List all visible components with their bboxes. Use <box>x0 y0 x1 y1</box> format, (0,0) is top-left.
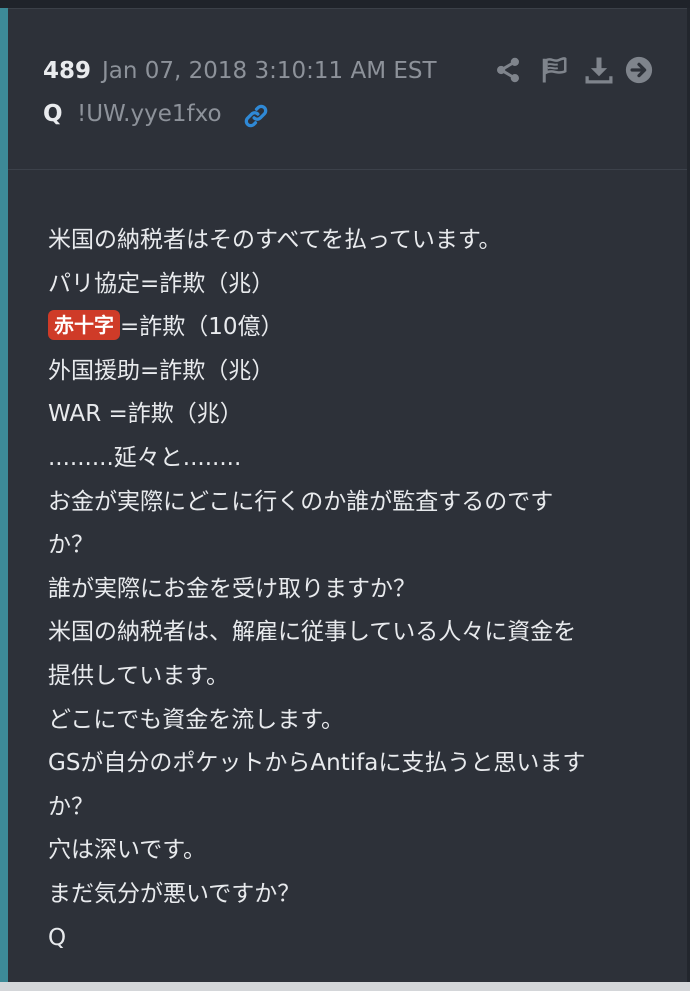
share-icon[interactable] <box>493 54 523 86</box>
post-line: .........延々と........ <box>48 437 648 481</box>
post-line: 穴は深いです。 <box>48 829 648 873</box>
post-line-text: WAR =詐欺（兆） <box>48 401 243 428</box>
post-line: か？ <box>48 524 648 568</box>
post-line: 米国の納税者は、解雇に従事している人々に資金を <box>48 611 648 655</box>
link-icon[interactable] <box>241 101 271 131</box>
post-line-text: まだ気分が悪いですか？ <box>48 880 301 907</box>
post-line: まだ気分が悪いですか？ <box>48 873 648 917</box>
post-body: 米国の納税者はそのすべてを払っています。 パリ協定=詐欺（兆） 赤十字 =詐欺（10億… <box>8 171 687 982</box>
post-accent-bar <box>0 8 8 982</box>
highlight-tag: 赤十字 <box>48 310 120 341</box>
post-author: Q <box>43 101 63 127</box>
post-line-text: 提供しています。 <box>48 662 230 689</box>
post-line-text: か？ <box>48 793 94 820</box>
post-line-text: パリ協定=詐欺（兆） <box>48 270 275 297</box>
post-line: Q <box>48 917 648 961</box>
post-line: 外国援助=詐欺（兆） <box>48 350 648 394</box>
post-line: 誰が実際にお金を受け取りますか？ <box>48 568 648 612</box>
post-line-text: 穴は深いです。 <box>48 837 207 864</box>
post-line: 赤十字 =詐欺（10億） <box>48 306 648 350</box>
post-line: 提供しています。 <box>48 655 648 699</box>
post-line: GSが自分のポケットからAntifaに支払うと思います <box>48 742 648 786</box>
post-header: 489 Jan 07, 2018 3:10:11 AM EST Q !UW.yy… <box>8 9 687 170</box>
post-line-text: GSが自分のポケットからAntifaに支払うと思います <box>48 750 586 777</box>
post-text: 米国の納税者はそのすべてを払っています。 パリ協定=詐欺（兆） 赤十字 =詐欺（10億… <box>48 219 648 960</box>
post-line: か？ <box>48 786 648 830</box>
post-line-text: 米国の納税者は、解雇に従事している人々に資金を <box>48 619 577 646</box>
post-line-text: どこにでも資金を流します。 <box>48 706 345 733</box>
page-footer-strip <box>0 982 690 991</box>
arrow-right-circle-icon[interactable] <box>624 54 654 86</box>
post-tripcode: !UW.yye1fxo <box>77 101 222 127</box>
post-line-text: Q <box>48 924 67 951</box>
post-line: パリ協定=詐欺（兆） <box>48 263 648 307</box>
post-number[interactable]: 489 <box>43 58 91 84</box>
post-line-text: .........延々と........ <box>48 444 242 471</box>
flag-icon[interactable] <box>539 54 569 86</box>
post-line-text: 米国の納税者はそのすべてを払っています。 <box>48 227 502 253</box>
post-line-text: =詐欺（10億） <box>120 314 284 341</box>
post-line-text: 外国援助=詐欺（兆） <box>48 357 275 384</box>
download-icon[interactable] <box>584 54 614 86</box>
post-line: 米国の納税者はそのすべてを払っています。 <box>48 219 648 263</box>
post-line-text: か？ <box>48 532 94 559</box>
post-line: WAR =詐欺（兆） <box>48 393 648 437</box>
post-line: お金が実際にどこに行くのか誰が監査するのです <box>48 481 648 525</box>
post-line-text: お金が実際にどこに行くのか誰が監査するのです <box>48 488 554 515</box>
post-line-text: 誰が実際にお金を受け取りますか？ <box>48 575 416 602</box>
post-date: Jan 07, 2018 3:10:11 AM EST <box>102 58 437 84</box>
post-line: どこにでも資金を流します。 <box>48 699 648 743</box>
